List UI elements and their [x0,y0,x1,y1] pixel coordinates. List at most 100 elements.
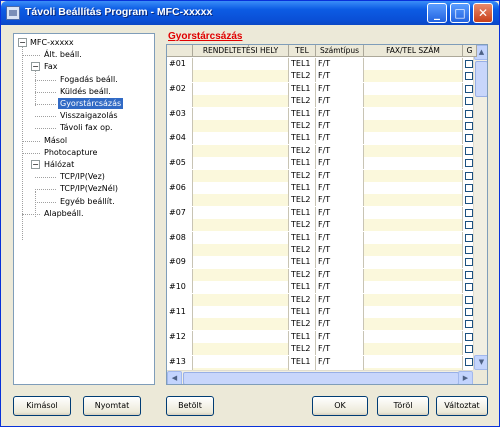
destination-cell[interactable] [193,318,289,331]
group-checkbox[interactable] [465,84,473,93]
destination-cell[interactable] [193,244,289,256]
destination-cell[interactable] [193,231,289,244]
vertical-scroll-thumb[interactable] [475,61,487,97]
group-checkbox[interactable] [465,221,473,230]
group-checkbox[interactable] [465,208,473,217]
group-checkbox[interactable] [465,320,473,329]
tree-item[interactable]: Küldés beáll. [58,86,113,97]
group-checkbox[interactable] [465,122,473,130]
destination-cell[interactable] [193,281,289,294]
number-type-cell[interactable]: F/T [316,355,364,368]
column-header[interactable] [167,45,193,57]
table-row[interactable]: TEL2F/T [167,120,477,132]
fax-tel-number-cell[interactable] [364,157,463,170]
table-row[interactable]: TEL2F/T [167,95,477,108]
fax-tel-number-cell[interactable] [364,293,463,306]
destination-cell[interactable] [193,120,289,132]
group-checkbox[interactable] [465,146,473,155]
fax-tel-number-cell[interactable] [364,244,463,256]
fax-tel-number-cell[interactable] [364,355,463,368]
ok-button[interactable]: OK [312,396,368,416]
number-type-cell[interactable]: F/T [316,107,364,120]
group-checkbox[interactable] [465,171,473,180]
number-type-cell[interactable]: F/T [316,70,364,83]
number-type-cell[interactable]: F/T [316,95,364,108]
group-checkbox[interactable] [465,308,473,316]
fax-tel-number-cell[interactable] [364,330,463,343]
group-checkbox[interactable] [465,97,473,106]
fax-tel-number-cell[interactable] [364,343,463,356]
tree-item[interactable]: Alapbeáll. [42,208,86,219]
table-row[interactable]: #02 TEL1 F/T [167,82,477,95]
destination-cell[interactable] [193,70,289,83]
number-type-cell[interactable]: F/T [316,330,364,343]
tree-item[interactable]: Másol [42,135,69,146]
destination-cell[interactable] [193,95,289,108]
group-checkbox[interactable] [465,72,473,81]
fax-tel-number-cell[interactable] [364,219,463,232]
tree-collapse-icon[interactable]: − [18,38,27,47]
tree-item[interactable]: Fax [42,61,60,72]
number-type-cell[interactable]: F/T [316,256,364,269]
load-button[interactable]: Betölt [166,396,214,416]
table-row[interactable]: #06 TEL1 F/T [167,182,477,194]
column-header[interactable]: G [463,45,477,57]
delete-button[interactable]: Töröl [377,396,429,416]
fax-tel-number-cell[interactable] [364,144,463,157]
copy-button[interactable]: Kimásol [13,396,71,416]
table-row[interactable]: TEL2F/T [167,343,477,356]
fax-tel-number-cell[interactable] [364,281,463,294]
horizontal-scroll-thumb[interactable] [183,372,459,384]
group-checkbox[interactable] [465,134,473,143]
number-type-cell[interactable]: F/T [316,82,364,95]
table-row[interactable]: TEL2F/T [167,318,477,331]
group-checkbox[interactable] [465,283,473,292]
table-row[interactable]: TEL2F/T [167,144,477,157]
number-type-cell[interactable]: F/T [316,244,364,256]
fax-tel-number-cell[interactable] [364,70,463,83]
number-type-cell[interactable]: F/T [316,58,364,70]
column-header[interactable]: TEL [289,45,316,57]
destination-cell[interactable] [193,132,289,145]
table-row[interactable]: TEL2F/T [167,268,477,281]
table-row[interactable]: #12 TEL1 F/T [167,330,477,343]
table-row[interactable]: #05 TEL1 F/T [167,157,477,170]
destination-cell[interactable] [193,82,289,95]
destination-cell[interactable] [193,194,289,207]
number-type-cell[interactable]: F/T [316,268,364,281]
destination-cell[interactable] [193,343,289,356]
close-button[interactable]: ✕ [473,3,493,23]
number-type-cell[interactable]: F/T [316,120,364,132]
group-checkbox[interactable] [465,258,473,267]
table-row[interactable]: TEL2F/T [167,194,477,207]
tree-collapse-icon[interactable]: − [31,160,40,169]
tree-item[interactable]: Egyéb beállít. [58,196,117,207]
number-type-cell[interactable]: F/T [316,219,364,232]
number-type-cell[interactable]: F/T [316,182,364,194]
table-row[interactable]: #10 TEL1 F/T [167,281,477,294]
column-header[interactable]: RENDELTETÉSI HELY [193,45,289,57]
destination-cell[interactable] [193,306,289,318]
number-type-cell[interactable]: F/T [316,231,364,244]
destination-cell[interactable] [193,219,289,232]
tree-item[interactable]: MFC-xxxxx [28,37,76,48]
group-checkbox[interactable] [465,345,473,354]
table-row[interactable]: #08 TEL1 F/T [167,231,477,244]
number-type-cell[interactable]: F/T [316,144,364,157]
group-checkbox[interactable] [465,60,473,68]
number-type-cell[interactable]: F/T [316,206,364,219]
destination-cell[interactable] [193,182,289,194]
table-row[interactable]: #04 TEL1 F/T [167,132,477,145]
group-checkbox[interactable] [465,332,473,341]
group-checkbox[interactable] [465,109,473,118]
maximize-button[interactable]: □ [450,3,470,23]
number-type-cell[interactable]: F/T [316,281,364,294]
destination-cell[interactable] [193,355,289,368]
group-checkbox[interactable] [465,196,473,205]
settings-tree[interactable]: − MFC-xxxxx Ált. beáll. − Fax Fogadás beáll. K… [13,33,155,385]
fax-tel-number-cell[interactable] [364,169,463,182]
group-checkbox[interactable] [465,233,473,242]
vertical-scrollbar[interactable]: ▲ ▼ [473,45,487,370]
minimize-button[interactable]: _ [427,3,447,23]
fax-tel-number-cell[interactable] [364,58,463,70]
